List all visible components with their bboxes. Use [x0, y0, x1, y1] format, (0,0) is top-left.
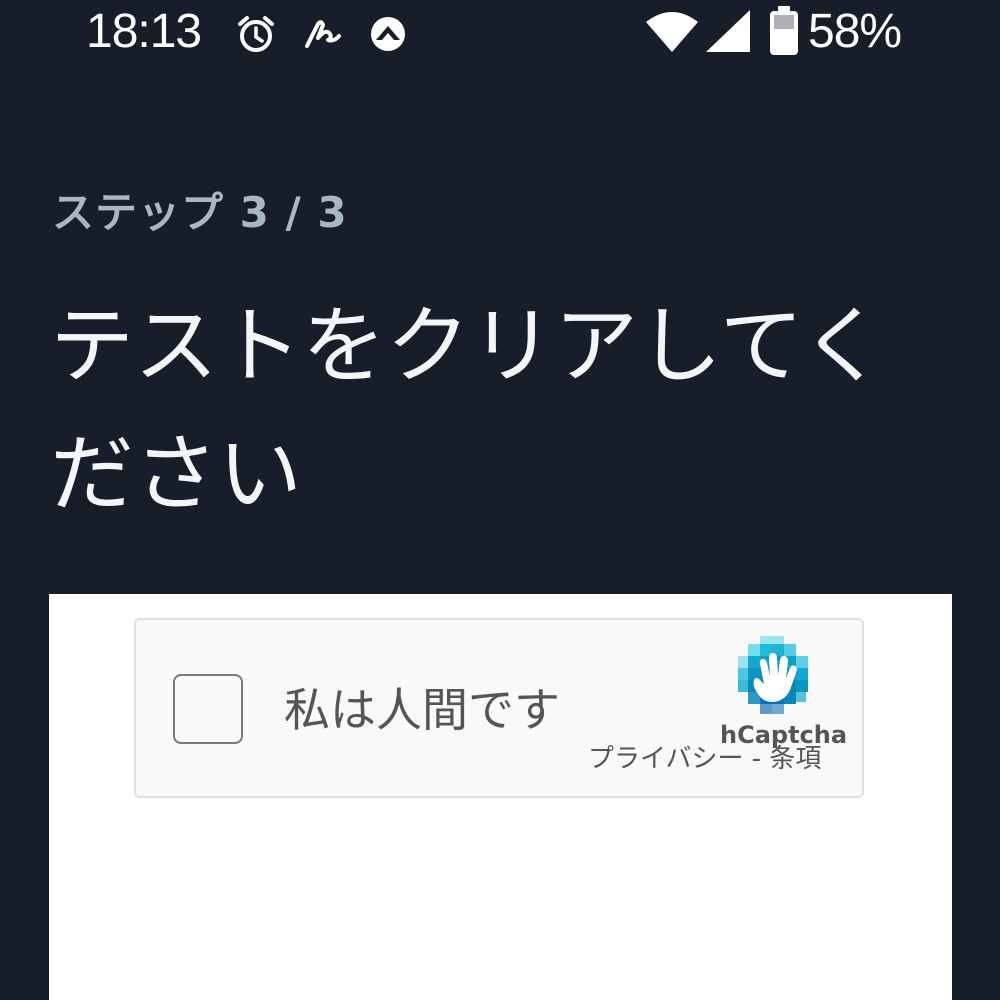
- cell-signal-icon: [706, 10, 750, 52]
- captcha-checkbox[interactable]: [173, 674, 243, 744]
- step-indicator: ステップ 3 / 3: [52, 188, 348, 237]
- hcaptcha-logo-icon: [738, 636, 808, 714]
- privacy-link[interactable]: プライバシー: [588, 744, 743, 774]
- terms-link[interactable]: 条項: [769, 744, 821, 774]
- captcha-label: 私は人間です: [284, 683, 560, 737]
- signature-icon: [305, 20, 341, 48]
- battery-icon: [770, 6, 798, 55]
- hcaptcha-links: プライバシー - 条項: [588, 742, 821, 776]
- hcaptcha-widget: 私は人間です hCaptcha プライバシー - 条項: [134, 618, 864, 798]
- captcha-frame: 私は人間です hCaptcha プライバシー - 条項: [49, 594, 952, 1000]
- app-icon: [371, 17, 405, 51]
- link-separator: -: [743, 744, 770, 774]
- status-time: 18:13: [86, 5, 202, 58]
- battery-percent: 58%: [808, 5, 902, 58]
- wifi-icon: [646, 12, 698, 52]
- status-bar: 18:13 58%: [0, 0, 1000, 70]
- page-title: テストをクリアしてください: [50, 297, 885, 523]
- alarm-icon: [238, 16, 274, 52]
